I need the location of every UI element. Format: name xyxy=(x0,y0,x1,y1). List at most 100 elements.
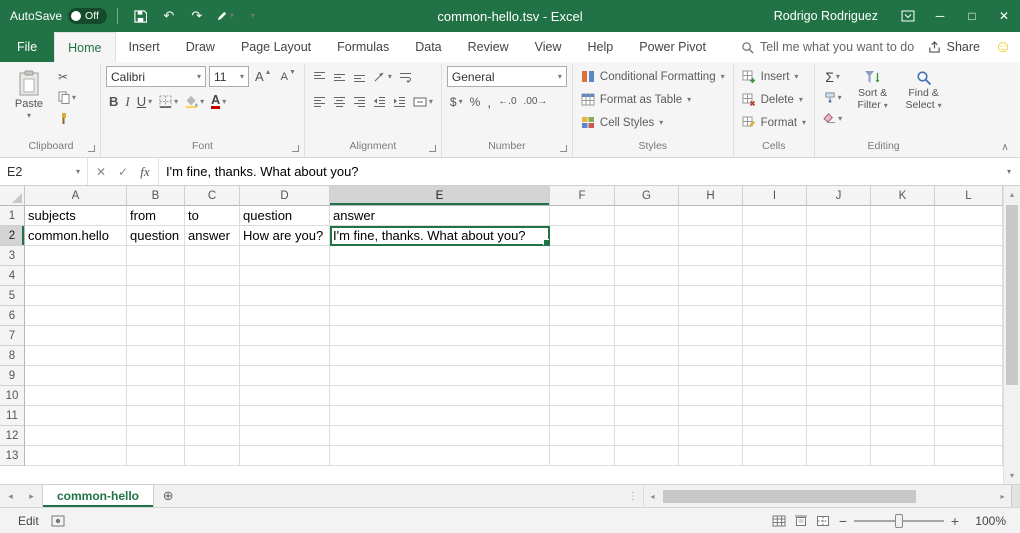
cell-B7[interactable] xyxy=(127,326,185,346)
alignment-dialog-launcher[interactable] xyxy=(429,145,436,152)
percent-style-button[interactable]: % xyxy=(467,91,484,112)
cell-B5[interactable] xyxy=(127,286,185,306)
zoom-out-button[interactable]: − xyxy=(834,513,852,529)
column-header-L[interactable]: L xyxy=(935,186,1003,206)
undo-button[interactable]: ↶ xyxy=(156,0,182,32)
cell-A1[interactable]: subjects xyxy=(25,206,127,226)
cell-D1[interactable]: question xyxy=(240,206,330,226)
cell-C10[interactable] xyxy=(185,386,240,406)
cell-J9[interactable] xyxy=(807,366,871,386)
cell-J13[interactable] xyxy=(807,446,871,466)
cell-C7[interactable] xyxy=(185,326,240,346)
cell-H9[interactable] xyxy=(679,366,743,386)
ribbon-tab-power-pivot[interactable]: Power Pivot xyxy=(626,32,719,62)
cell-K10[interactable] xyxy=(871,386,935,406)
redo-button[interactable]: ↷ xyxy=(184,0,210,32)
sort-filter-button[interactable]: Sort & Filter ▾ xyxy=(849,66,896,132)
cell-F9[interactable] xyxy=(550,366,615,386)
row-header-1[interactable]: 1 xyxy=(0,206,25,226)
cell-A7[interactable] xyxy=(25,326,127,346)
increase-indent-button[interactable] xyxy=(390,91,409,112)
font-size-select[interactable]: 11 ▾ xyxy=(209,66,249,87)
cell-F11[interactable] xyxy=(550,406,615,426)
column-header-I[interactable]: I xyxy=(743,186,807,206)
cell-L1[interactable] xyxy=(935,206,1003,226)
ribbon-tab-file[interactable]: File xyxy=(0,32,54,62)
cell-L11[interactable] xyxy=(935,406,1003,426)
cell-B11[interactable] xyxy=(127,406,185,426)
column-header-J[interactable]: J xyxy=(807,186,871,206)
name-box[interactable]: E2 ▾ xyxy=(0,158,88,185)
row-header-4[interactable]: 4 xyxy=(0,266,25,286)
maximize-button[interactable]: □ xyxy=(956,0,988,32)
cell-G5[interactable] xyxy=(615,286,679,306)
horizontal-scrollbar[interactable]: ◂ ▸ xyxy=(643,485,1011,507)
cell-A9[interactable] xyxy=(25,366,127,386)
close-button[interactable]: ✕ xyxy=(988,0,1020,32)
cell-I3[interactable] xyxy=(743,246,807,266)
horizontal-split-handle[interactable] xyxy=(1011,485,1020,507)
cell-B9[interactable] xyxy=(127,366,185,386)
cell-H12[interactable] xyxy=(679,426,743,446)
cell-D4[interactable] xyxy=(240,266,330,286)
vertical-scrollbar[interactable]: ▴ ▾ xyxy=(1003,186,1020,484)
column-header-G[interactable]: G xyxy=(615,186,679,206)
cell-I5[interactable] xyxy=(743,286,807,306)
decrease-font-size-button[interactable]: A▼ xyxy=(278,66,299,87)
cell-D12[interactable] xyxy=(240,426,330,446)
cell-H10[interactable] xyxy=(679,386,743,406)
align-bottom-button[interactable] xyxy=(350,66,369,87)
zoom-percentage[interactable]: 100% xyxy=(964,514,1006,528)
font-name-select[interactable]: Calibri ▾ xyxy=(106,66,206,87)
cell-F1[interactable] xyxy=(550,206,615,226)
accounting-format-button[interactable]: $ ▾ xyxy=(447,91,466,112)
zoom-slider-thumb[interactable] xyxy=(895,514,903,528)
align-center-button[interactable] xyxy=(330,91,349,112)
cell-B2[interactable]: question xyxy=(127,226,185,246)
cell-J1[interactable] xyxy=(807,206,871,226)
cell-F6[interactable] xyxy=(550,306,615,326)
ribbon-display-options-button[interactable] xyxy=(892,0,924,32)
cell-B13[interactable] xyxy=(127,446,185,466)
comma-style-button[interactable]: , xyxy=(484,91,494,112)
bold-button[interactable]: B xyxy=(106,91,121,112)
ribbon-tab-review[interactable]: Review xyxy=(455,32,522,62)
cell-E1[interactable]: answer xyxy=(330,206,550,226)
formula-input[interactable]: I'm fine, thanks. What about you? xyxy=(159,158,998,185)
cell-C12[interactable] xyxy=(185,426,240,446)
cell-I2[interactable] xyxy=(743,226,807,246)
vertical-scroll-track[interactable] xyxy=(1004,203,1020,467)
cell-L13[interactable] xyxy=(935,446,1003,466)
row-header-7[interactable]: 7 xyxy=(0,326,25,346)
vertical-scroll-thumb[interactable] xyxy=(1006,205,1018,385)
cell-D13[interactable] xyxy=(240,446,330,466)
cell-H3[interactable] xyxy=(679,246,743,266)
new-sheet-button[interactable]: ⊕ xyxy=(154,485,182,507)
cell-F5[interactable] xyxy=(550,286,615,306)
cell-C11[interactable] xyxy=(185,406,240,426)
expand-formula-bar-button[interactable]: ▾ xyxy=(998,158,1020,185)
cell-L6[interactable] xyxy=(935,306,1003,326)
row-header-2[interactable]: 2 xyxy=(0,226,25,246)
cell-D3[interactable] xyxy=(240,246,330,266)
scroll-right-button[interactable]: ▸ xyxy=(994,492,1011,501)
cell-H8[interactable] xyxy=(679,346,743,366)
row-header-11[interactable]: 11 xyxy=(0,406,25,426)
cell-E4[interactable] xyxy=(330,266,550,286)
cell-F3[interactable] xyxy=(550,246,615,266)
ribbon-tab-insert[interactable]: Insert xyxy=(116,32,173,62)
scroll-down-button[interactable]: ▾ xyxy=(1004,467,1020,484)
cell-F12[interactable] xyxy=(550,426,615,446)
cell-L9[interactable] xyxy=(935,366,1003,386)
cell-E6[interactable] xyxy=(330,306,550,326)
cell-C5[interactable] xyxy=(185,286,240,306)
cell-B12[interactable] xyxy=(127,426,185,446)
column-header-D[interactable]: D xyxy=(240,186,330,206)
cell-B3[interactable] xyxy=(127,246,185,266)
cell-D7[interactable] xyxy=(240,326,330,346)
row-header-13[interactable]: 13 xyxy=(0,446,25,466)
cell-E8[interactable] xyxy=(330,346,550,366)
column-header-E[interactable]: E xyxy=(330,186,550,206)
cell-F10[interactable] xyxy=(550,386,615,406)
cell-A11[interactable] xyxy=(25,406,127,426)
